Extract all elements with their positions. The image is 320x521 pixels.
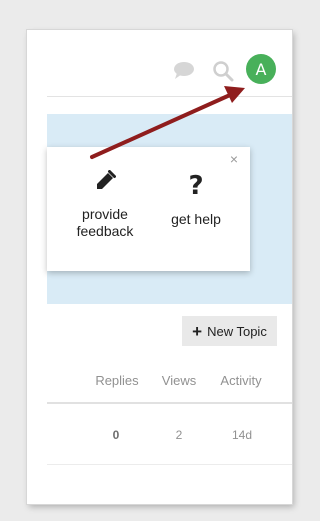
- get-help-option[interactable]: ? get help: [160, 169, 232, 228]
- replies-count: 0: [112, 428, 120, 442]
- avatar[interactable]: A: [246, 54, 276, 84]
- views-count: 2: [175, 428, 183, 442]
- activity-time[interactable]: 14d: [226, 428, 258, 443]
- provide-feedback-option[interactable]: provide feedback: [69, 169, 141, 240]
- table-row-divider: [47, 464, 292, 465]
- pencil-icon: [93, 169, 117, 193]
- new-topic-button[interactable]: + New Topic: [182, 316, 277, 346]
- plus-icon: +: [192, 321, 203, 341]
- chat-bubble-icon[interactable]: [171, 58, 197, 84]
- table-header-divider: [47, 402, 292, 404]
- search-icon[interactable]: [210, 58, 236, 84]
- column-header-views[interactable]: Views: [156, 373, 202, 389]
- feedback-popup: × provide feedback ? get help: [47, 147, 250, 271]
- column-header-activity[interactable]: Activity: [211, 373, 271, 389]
- column-header-replies[interactable]: Replies: [91, 373, 143, 389]
- header-divider: [47, 96, 292, 97]
- provide-feedback-label: provide feedback: [76, 206, 134, 239]
- question-icon: ?: [188, 171, 204, 201]
- site-header: A: [27, 30, 292, 96]
- get-help-label: get help: [171, 211, 221, 227]
- close-icon[interactable]: ×: [227, 152, 241, 166]
- new-topic-label: New Topic: [207, 323, 267, 339]
- mobile-viewport: A × provide feedback ? get help + New To…: [27, 30, 292, 504]
- screenshot-stage: A × provide feedback ? get help + New To…: [0, 0, 310, 521]
